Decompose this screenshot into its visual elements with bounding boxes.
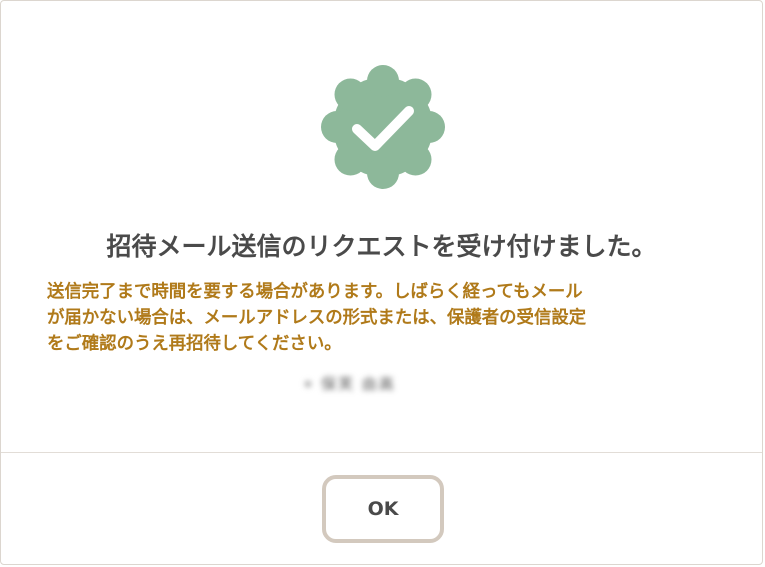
bullet-icon [305, 380, 311, 387]
dialog-message: 送信完了まで時間を要する場合があります。しばらく経ってもメール が届かない場合は… [47, 282, 587, 354]
footer-divider [1, 452, 762, 453]
recipient-name: 保芙 由高 [321, 375, 396, 393]
confirmation-dialog: 招待メール送信のリクエストを受け付けました。 送信完了まで時間を要する場合があり… [0, 0, 763, 565]
ok-button[interactable]: OK [322, 475, 444, 543]
recipient-entry: 保芙 由高 [305, 373, 396, 394]
check-badge-icon [321, 65, 445, 189]
dialog-title: 招待メール送信のリクエストを受け付けました。 [106, 232, 657, 261]
